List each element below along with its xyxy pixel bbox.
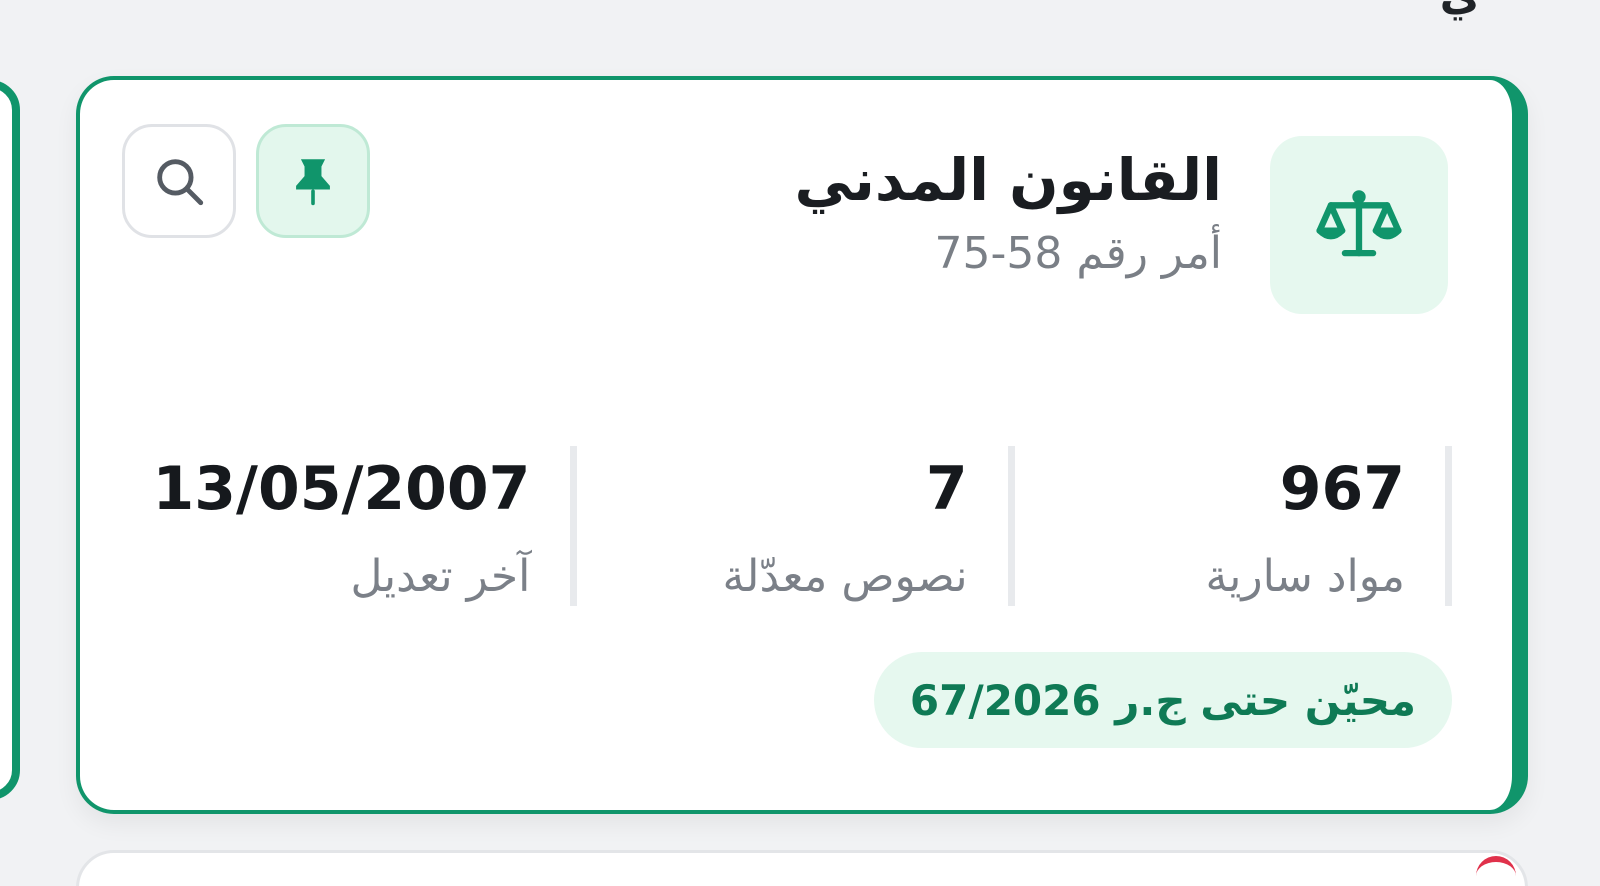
previous-law-card[interactable] (0, 80, 20, 800)
search-button[interactable] (122, 124, 236, 238)
pin-icon (296, 159, 330, 206)
scales-icon (1316, 190, 1402, 257)
law-card[interactable]: القانون المدني أمر رقم 58-75 967 مواد سا… (76, 76, 1528, 814)
stat-last-amendment: 13/05/2007 آخر تعديل (140, 446, 578, 606)
stat-amended-texts: 7 نصوص معدّلة (577, 446, 1015, 606)
status-badge: محيّن حتى ج.ر 67/2026 (873, 652, 1452, 748)
next-law-card[interactable] (76, 850, 1528, 886)
page: ي القانون المدني أمر رقم 58-75 (0, 0, 1600, 886)
law-subtitle: أمر رقم 58-75 (934, 227, 1223, 279)
law-title[interactable]: القانون المدني (794, 146, 1222, 216)
stat-label: آخر تعديل (350, 551, 531, 603)
stat-value: 13/05/2007 (152, 454, 531, 524)
law-icon-box (1270, 136, 1448, 314)
section-heading: ي (1440, 0, 1480, 21)
law-title-block: القانون المدني أمر رقم 58-75 (794, 146, 1222, 280)
stat-active-articles: 967 مواد سارية (1015, 446, 1452, 606)
stat-label: نصوص معدّلة (722, 551, 968, 603)
pin-button[interactable] (256, 124, 370, 238)
stat-value: 967 (1279, 454, 1405, 524)
stat-value: 7 (925, 454, 968, 524)
law-stats: 967 مواد سارية 7 نصوص معدّلة 13/05/2007 … (140, 446, 1452, 606)
stat-label: مواد سارية (1205, 551, 1405, 603)
search-icon (157, 159, 204, 206)
